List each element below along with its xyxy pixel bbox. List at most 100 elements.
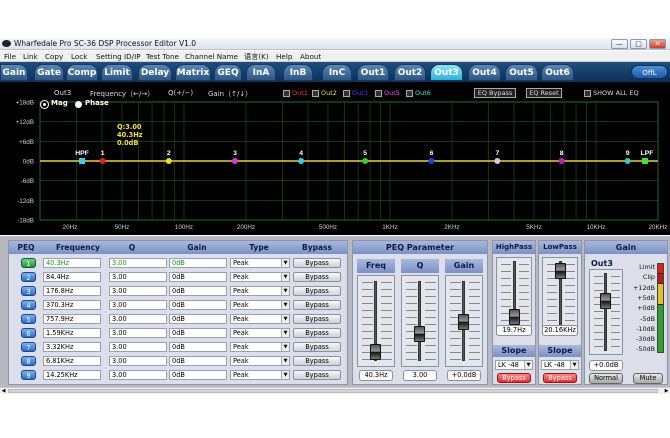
peq-frequency-cell[interactable]: 40.3Hz (43, 258, 101, 268)
tab-out4[interactable]: Out4 (468, 64, 501, 81)
peq-q-cell[interactable]: 3.00 (109, 300, 167, 310)
eq-bypass-button[interactable]: EQ Bypass (474, 88, 516, 98)
tab-matrix[interactable]: Matrix (175, 64, 211, 81)
peq-gain-cell[interactable]: 0dB (169, 258, 227, 268)
peq-q-cell[interactable]: 3.00 (109, 328, 167, 338)
peq-type-select[interactable]: Peak ▼ (230, 300, 290, 310)
eq-reset-button[interactable]: EQ Reset (526, 88, 562, 98)
tab-ina[interactable]: InA (246, 64, 276, 81)
peq-q-cell[interactable]: 3.00 (109, 370, 167, 380)
tab-out3[interactable]: Out3 (430, 64, 463, 81)
tab-out2[interactable]: Out2 (394, 64, 426, 81)
menu-copy[interactable]: Copy (45, 51, 63, 62)
peq-frequency-cell[interactable]: 757.9Hz (43, 314, 101, 324)
peq-band-number[interactable]: 4 (21, 300, 36, 310)
gain-fader-knob[interactable] (458, 314, 469, 330)
maximize-button[interactable]: □ (630, 39, 647, 49)
eq-graph[interactable]: +18dB +12dB +6dB 0dB -6dB -12dB -18dB 20Hz 50Hz 1… (0, 82, 670, 235)
offline-button[interactable]: OffL (631, 65, 668, 79)
lowpass-fader-knob[interactable] (555, 263, 566, 279)
show-all-eq-checkbox[interactable] (584, 90, 591, 97)
peq-band-number[interactable]: 1 (21, 258, 36, 268)
menu-lock[interactable]: Lock (71, 51, 87, 62)
eq-point-2[interactable] (165, 158, 172, 164)
peq-type-select[interactable]: Peak ▼ (230, 258, 290, 268)
menu-channel-name[interactable]: Channel Name (185, 51, 238, 62)
peq-q-cell[interactable]: 3.00 (109, 286, 167, 296)
highpass-bypass-button[interactable]: Bypass (497, 373, 531, 383)
legend-checkbox-out1[interactable] (283, 90, 290, 97)
tab-inc[interactable]: InC (322, 64, 352, 81)
menu-help[interactable]: Help (276, 51, 292, 62)
peq-gain-cell[interactable]: 0dB (169, 370, 227, 380)
peq-band-number[interactable]: 2 (21, 272, 36, 282)
peq-band-number[interactable]: 7 (21, 342, 36, 352)
scroll-thumb[interactable] (8, 389, 658, 393)
peq-type-select[interactable]: Peak ▼ (230, 314, 290, 324)
peq-frequency-cell[interactable]: 370.3Hz (43, 300, 101, 310)
peq-gain-cell[interactable]: 0dB (169, 300, 227, 310)
peq-q-cell[interactable]: 3.00 (109, 314, 167, 324)
peq-type-select[interactable]: Peak ▼ (230, 342, 290, 352)
eq-point-6[interactable] (428, 158, 435, 164)
lowpass-bypass-button[interactable]: Bypass (543, 373, 577, 383)
peq-frequency-cell[interactable]: 1.59KHz (43, 328, 101, 338)
peq-q-cell[interactable]: 3.00 (109, 272, 167, 282)
tab-limit[interactable]: Limit (101, 64, 133, 81)
peq-bypass-button[interactable]: Bypass (293, 286, 341, 296)
eq-point-8[interactable] (558, 158, 565, 164)
peq-bypass-button[interactable]: Bypass (293, 300, 341, 310)
highpass-slope-select[interactable]: LK -48 ▼ (495, 360, 533, 370)
phase-radio[interactable] (75, 101, 82, 108)
tab-geq[interactable]: GEQ (214, 64, 242, 81)
peq-gain-cell[interactable]: 0dB (169, 328, 227, 338)
filter-point-hpf[interactable] (79, 158, 86, 164)
peq-frequency-cell[interactable]: 3.32KHz (43, 342, 101, 352)
peq-frequency-cell[interactable]: 84.4Hz (43, 272, 101, 282)
peq-gain-cell[interactable]: 0dB (169, 286, 227, 296)
peq-type-select[interactable]: Peak ▼ (230, 356, 290, 366)
peq-gain-cell[interactable]: 0dB (169, 272, 227, 282)
highpass-value[interactable]: 19.7Hz (496, 325, 532, 336)
tab-delay[interactable]: Delay (138, 64, 172, 81)
scroll-right-icon[interactable]: ▶ (663, 388, 670, 394)
peq-bypass-button[interactable]: Bypass (293, 370, 341, 380)
tab-out1[interactable]: Out1 (357, 64, 389, 81)
menu-link[interactable]: Link (23, 51, 38, 62)
peq-bypass-button[interactable]: Bypass (293, 342, 341, 352)
peq-q-cell[interactable]: 3.00 (109, 342, 167, 352)
menu-file[interactable]: File (4, 51, 16, 62)
peq-band-number[interactable]: 5 (21, 314, 36, 324)
peq-frequency-cell[interactable]: 6.81KHz (43, 356, 101, 366)
legend-checkbox-out3[interactable] (343, 90, 350, 97)
eq-point-5[interactable] (362, 158, 369, 164)
peq-q-cell[interactable]: 3.00 (109, 356, 167, 366)
peq-bypass-button[interactable]: Bypass (293, 258, 341, 268)
eq-point-3[interactable] (231, 158, 238, 164)
legend-checkbox-out6[interactable] (406, 90, 413, 97)
minimize-button[interactable]: — (611, 39, 628, 49)
peq-bypass-button[interactable]: Bypass (293, 272, 341, 282)
tab-comp[interactable]: Comp (66, 64, 98, 81)
menu-setting-id-ip[interactable]: Setting ID/IP (96, 51, 141, 62)
normal-button[interactable]: Normal (589, 373, 623, 384)
eq-point-9[interactable] (624, 158, 631, 164)
peq-frequency-cell[interactable]: 176.8Hz (43, 286, 101, 296)
peq-bypass-button[interactable]: Bypass (293, 356, 341, 366)
mute-button[interactable]: Mute (633, 373, 663, 384)
eq-point-1[interactable] (99, 158, 106, 164)
peq-bypass-button[interactable]: Bypass (293, 328, 341, 338)
peq-type-select[interactable]: Peak ▼ (230, 286, 290, 296)
q-value[interactable]: 3.00 (403, 370, 437, 381)
peq-type-select[interactable]: Peak ▼ (230, 272, 290, 282)
menu-language[interactable]: 语言(K) (244, 51, 269, 62)
eq-point-7[interactable] (494, 158, 501, 164)
menu-test-tone[interactable]: Test Tone (146, 51, 179, 62)
peq-q-cell[interactable]: 3.00 (109, 258, 167, 268)
close-button[interactable]: ✕ (649, 39, 666, 49)
peq-band-number[interactable]: 9 (21, 370, 36, 380)
tab-out6[interactable]: Out6 (541, 64, 574, 81)
peq-band-number[interactable]: 6 (21, 328, 36, 338)
peq-frequency-cell[interactable]: 14.25KHz (43, 370, 101, 380)
tab-out5[interactable]: Out5 (505, 64, 538, 81)
